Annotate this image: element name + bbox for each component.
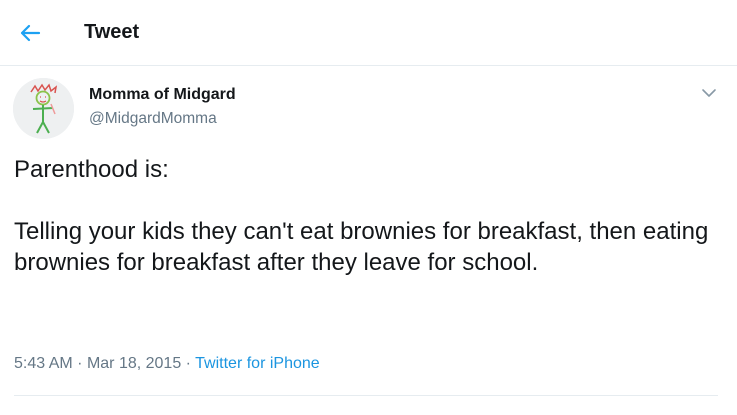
- tweet-source-link[interactable]: Twitter for iPhone: [195, 355, 320, 372]
- tweet-paragraph: Parenthood is:: [14, 156, 169, 183]
- tweet-date[interactable]: Mar 18, 2015: [87, 355, 181, 372]
- tweet-text: Parenthood is: Telling your kids they ca…: [14, 154, 726, 278]
- tweet-menu-button[interactable]: [698, 84, 720, 102]
- meta-separator: ·: [77, 355, 83, 372]
- divider: [14, 395, 718, 396]
- author-handle[interactable]: @MidgardMomma: [89, 110, 217, 128]
- tweet-meta: 5:43 AM · Mar 18, 2015 · Twitter for iPh…: [14, 355, 320, 373]
- chevron-down-icon: [702, 89, 716, 97]
- author-name[interactable]: Momma of Midgard: [89, 86, 236, 104]
- stick-figure-drawing: [13, 78, 74, 139]
- avatar[interactable]: [13, 78, 74, 139]
- meta-separator: ·: [185, 355, 191, 372]
- back-button[interactable]: [16, 19, 44, 47]
- tweet-time[interactable]: 5:43 AM: [14, 355, 73, 372]
- page-title: Tweet: [84, 21, 140, 43]
- arrow-left-icon: [20, 24, 41, 42]
- tweet-paragraph: Telling your kids they can't eat brownie…: [14, 218, 709, 276]
- top-bar: Tweet: [0, 0, 737, 66]
